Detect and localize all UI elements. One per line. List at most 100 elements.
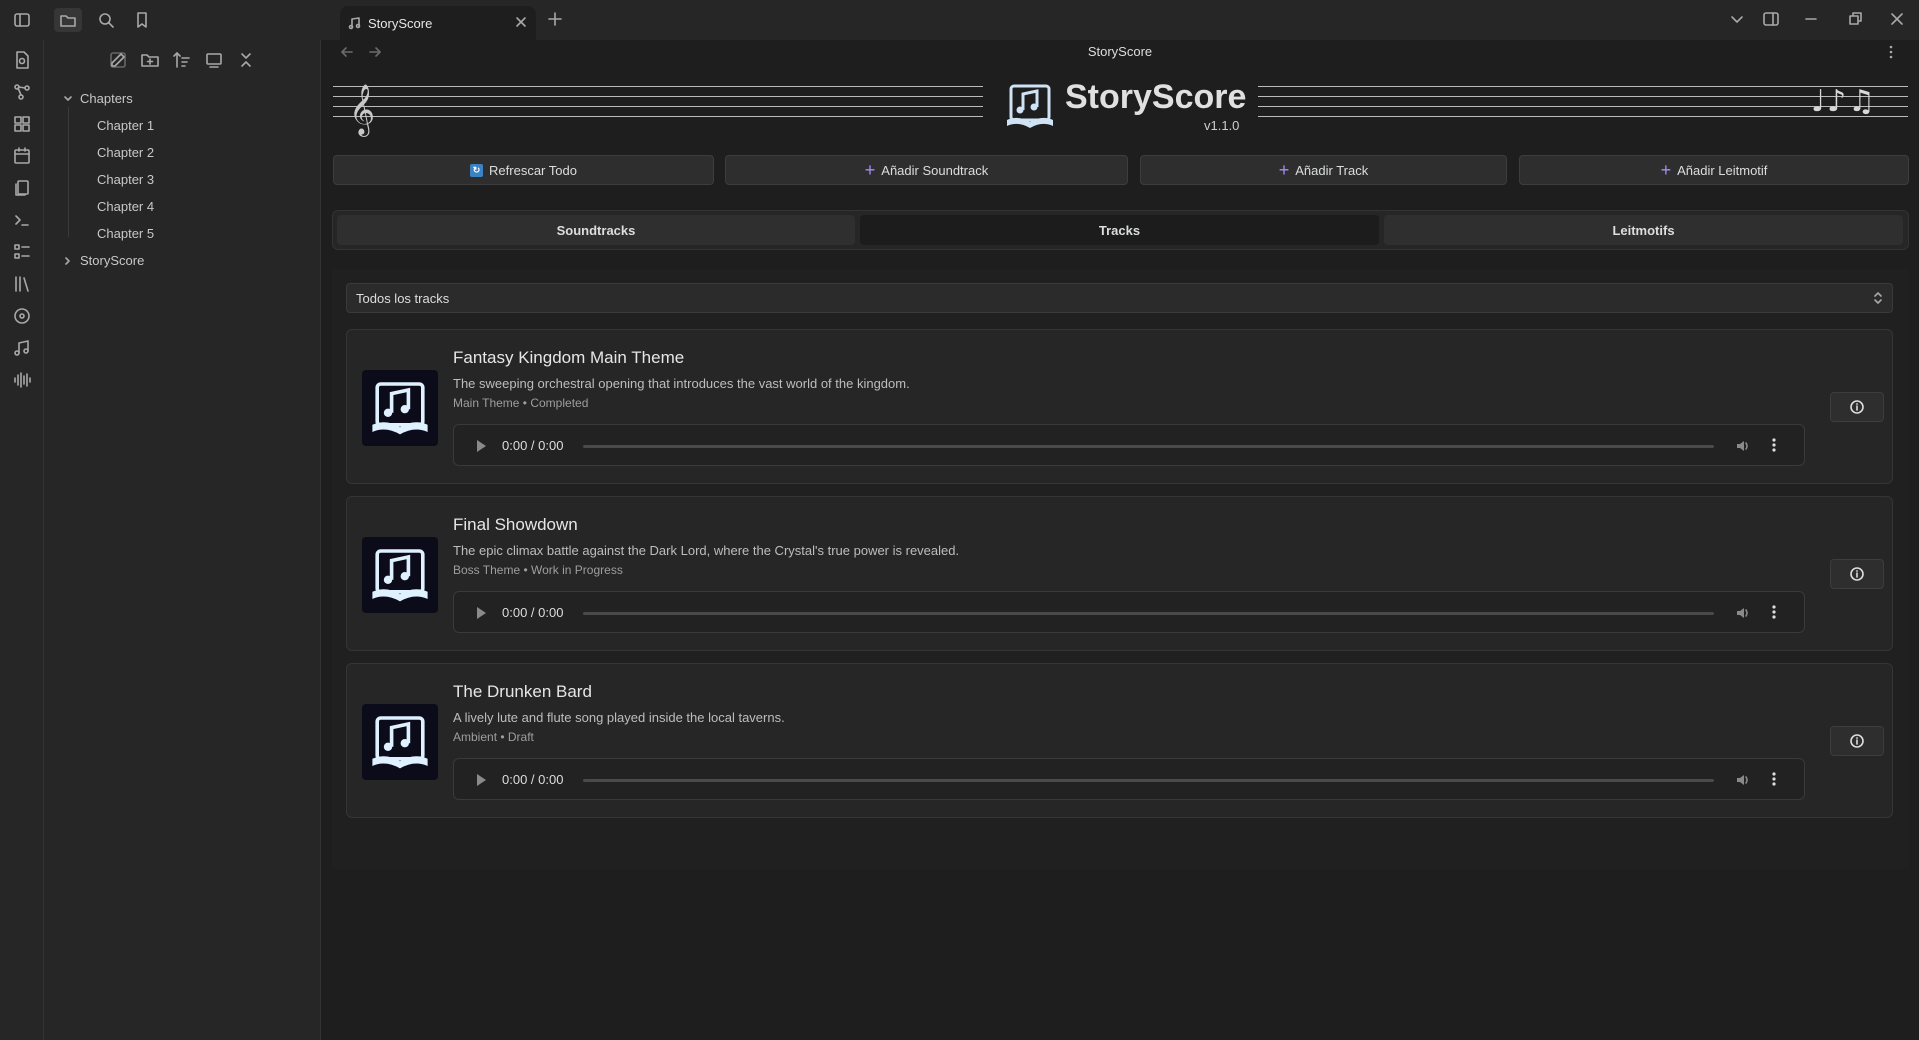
play-icon[interactable] [474,438,488,454]
refresh-all-button[interactable]: ↻ Refrescar Todo [333,155,714,185]
track-cover-icon [372,716,428,769]
close-tab-icon[interactable] [514,15,528,29]
disc-icon[interactable] [12,306,32,326]
toggle-sidebar-button[interactable] [8,8,36,32]
track-meta: Ambient • Draft [453,730,534,744]
restore-icon[interactable] [1846,10,1864,28]
add-leitmotif-label: Añadir Leitmotif [1677,162,1768,178]
play-icon[interactable] [474,605,488,621]
folder-icon [60,15,76,27]
seek-bar[interactable] [583,612,1714,615]
audio-waveform-icon[interactable] [12,370,32,390]
terminal-icon[interactable] [12,210,32,230]
tab-leitmotifs[interactable]: Leitmotifs [1384,215,1903,245]
refresh-icon: ↻ [470,163,484,177]
new-folder-icon[interactable] [140,50,160,70]
track-info-button[interactable] [1830,392,1884,422]
play-icon[interactable] [474,772,488,788]
tab-soundtracks[interactable]: Soundtracks [337,215,855,245]
music-icon[interactable] [12,338,32,358]
info-icon [1850,400,1864,414]
treble-clef-icon: 𝄞 [349,84,376,135]
track-cover-icon [372,549,428,602]
track-info-button[interactable] [1830,726,1884,756]
library-icon[interactable] [12,274,32,294]
music-note-icon [348,17,361,30]
music-notes-icon: ♩♪♫ [1811,84,1878,119]
folder-chapters[interactable]: Chapters [80,91,133,106]
calendar-icon[interactable] [12,146,32,166]
add-soundtrack-button[interactable]: + Añadir Soundtrack [725,155,1128,185]
canvas-icon[interactable] [12,114,32,134]
sort-icon[interactable] [172,50,192,70]
playback-time: 0:00 / 0:00 [502,438,564,453]
file-chapter-4[interactable]: Chapter 4 [97,199,154,214]
track-title: Final Showdown [453,515,578,534]
bookmarks-view-button[interactable] [128,8,156,32]
file-chapter-2[interactable]: Chapter 2 [97,145,154,160]
track-description: The epic climax battle against the Dark … [453,543,960,558]
tracks-panel: Todos los tracks Fantasy Kingdom Main Th… [332,269,1909,869]
auto-reveal-icon[interactable] [204,50,224,70]
tab-tracks[interactable]: Tracks [860,215,1379,245]
right-sidebar-toggle-icon[interactable] [1762,10,1780,28]
tab-list-chevron-icon[interactable] [1728,10,1746,28]
chevron-right-icon[interactable] [62,255,74,267]
track-filter-value: Todos los tracks [356,290,450,306]
new-note-icon[interactable] [108,50,128,70]
chevron-down-icon[interactable] [62,93,74,105]
track-description: The sweeping orchestral opening that int… [453,376,910,391]
open-quick-switcher-icon[interactable] [12,50,32,70]
audio-player: 0:00 / 0:00 [453,758,1805,800]
tab-title: StoryScore [368,15,433,31]
add-track-button[interactable]: + Añadir Track [1140,155,1507,185]
new-tab-icon[interactable] [546,10,564,28]
file-explorer: Chapters Chapter 1 Chapter 2 Chapter 3 C… [44,40,321,1040]
add-soundtrack-label: Añadir Soundtrack [881,162,989,178]
more-options-icon[interactable] [1883,44,1899,60]
file-chapter-3[interactable]: Chapter 3 [97,172,154,187]
track-meta: Boss Theme • Work in Progress [453,563,623,577]
volume-icon[interactable] [1734,604,1752,622]
bookmark-icon [137,12,147,28]
collapse-all-icon[interactable] [236,50,256,70]
player-options-icon[interactable] [1766,603,1782,621]
add-track-label: Añadir Track [1295,162,1369,178]
search-icon [99,13,114,28]
app-title: StoryScore [1065,78,1247,116]
templates-icon[interactable] [12,178,32,198]
track-cover [362,704,438,780]
file-chapter-1[interactable]: Chapter 1 [97,118,154,133]
tree-indent-guide [68,107,69,237]
files-view-button[interactable] [54,8,82,32]
track-cover [362,370,438,446]
minimize-icon[interactable] [1802,10,1820,28]
audio-player: 0:00 / 0:00 [453,424,1805,466]
storyscore-logo-icon [1007,84,1053,128]
file-chapter-5[interactable]: Chapter 5 [97,226,154,241]
main-view: StoryScore 𝄞 ♩♪♫ StoryScore v1.1.0 ↻ Ref… [321,40,1919,1040]
folder-storyscore[interactable]: StoryScore [80,253,144,268]
add-leitmotif-button[interactable]: + Añadir Leitmotif [1519,155,1909,185]
outline-icon[interactable] [12,242,32,262]
player-options-icon[interactable] [1766,436,1782,454]
track-card: Fantasy Kingdom Main Theme The sweeping … [346,329,1893,484]
select-updown-icon [1874,292,1882,304]
tab-storyscore[interactable]: StoryScore [340,6,536,40]
volume-icon[interactable] [1734,771,1752,789]
track-description: A lively lute and flute song played insi… [453,710,785,725]
seek-bar[interactable] [583,445,1714,448]
close-window-icon[interactable] [1888,10,1906,28]
search-view-button[interactable] [92,8,120,32]
seek-bar[interactable] [583,779,1714,782]
track-title: Fantasy Kingdom Main Theme [453,348,685,367]
track-meta: Main Theme • Completed [453,396,589,410]
info-icon [1850,734,1864,748]
volume-icon[interactable] [1734,437,1752,455]
track-filter-select[interactable]: Todos los tracks [346,283,1893,313]
graph-view-icon[interactable] [12,82,32,102]
staff-lines-left [333,86,983,128]
refresh-all-label: Refrescar Todo [489,162,577,178]
player-options-icon[interactable] [1766,770,1782,788]
track-info-button[interactable] [1830,559,1884,589]
